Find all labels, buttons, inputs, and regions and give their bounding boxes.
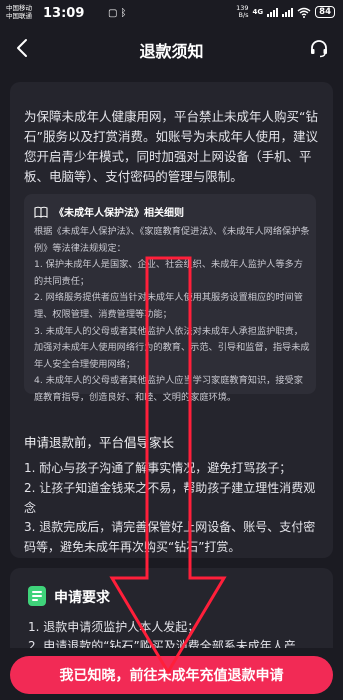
status-icons: ▢ᛒ xyxy=(108,8,129,19)
notice-card: 为保障未成年人健康用网，平台禁止未成年人购买“钻石”服务以及打赏消费。如账号为未… xyxy=(10,82,333,558)
status-time: 13:09 xyxy=(43,6,85,21)
notification-icon: ▢ xyxy=(108,8,121,19)
law-line: 3. 未成年人的父母或者其他监护人依法对未成年人承担监护职责，加强对未成年人使用… xyxy=(34,325,310,370)
carrier-info: 中国移动 中国联通 xyxy=(6,4,32,20)
status-right: 139 B/s 4G 84 xyxy=(236,5,335,19)
law-heading: 《未成年人保护法》相关细则 xyxy=(34,204,184,219)
headset-icon[interactable] xyxy=(309,38,329,58)
wifi-icon xyxy=(297,7,311,18)
book-icon xyxy=(34,206,48,218)
list-item: 2. 让孩子知道金钱来之不易，帮助孩子建立理性消费观念 xyxy=(24,480,316,515)
list-item: 1. 耐心与孩子沟通了解事实情况，避免打骂孩子； xyxy=(24,461,292,475)
carrier-1: 中国移动 xyxy=(6,4,32,12)
law-box: 《未成年人保护法》相关细则 根据《未成年人保护法》、《家庭教育促进法》、《未成年… xyxy=(24,194,316,403)
document-icon xyxy=(28,586,46,606)
page-title: 退款须知 xyxy=(139,42,204,61)
law-line: 4. 未成年人的父母或者其他监护人应当学习家庭教育知识，接受家庭教育指导，创造良… xyxy=(34,375,303,403)
list-item: 1. 退款申请须监护人本人发起； xyxy=(28,620,200,634)
net-speed: 139 B/s xyxy=(236,4,249,19)
law-body: 根据《未成年人保护法》、《家庭教育促进法》、《未成年人网络保护条例》等法律法规规… xyxy=(34,224,310,407)
list-item: 3. 退款完成后，请完善保管好上网设备、账号、支付密码等，避免未成年再次购买“钻… xyxy=(24,520,316,555)
battery-indicator: 84 xyxy=(315,6,335,18)
status-bar: 中国移动 中国联通 13:09 ▢ᛒ 139 B/s 4G 84 xyxy=(0,0,343,28)
law-line: 根据《未成年人保护法》、《家庭教育促进法》、《未成年人网络保护条例》等法律法规规… xyxy=(34,226,310,254)
law-line: 1. 保护未成年人是国家、企业、社会组织、未成年人监护人等多方的共同责任； xyxy=(34,259,303,287)
parent-advice-list: 1. 耐心与孩子沟通了解事实情况，避免打骂孩子； 2. 让孩子知道金钱来之不易，… xyxy=(24,459,322,558)
law-line: 2. 网络服务提供者应当针对未成年人使用其服务设置相应的时间管理、权限管理、消费… xyxy=(34,292,303,320)
signal-bars-icon xyxy=(267,7,279,17)
nav-header: 退款须知 xyxy=(0,28,343,68)
parent-advice-title: 申请退款前，平台倡导家长 xyxy=(24,435,175,450)
bluetooth-icon: ᛒ xyxy=(120,8,130,19)
notice-paragraph: 为保障未成年人健康用网，平台禁止未成年人购买“钻石”服务以及打赏消费。如账号为未… xyxy=(24,109,318,184)
requirements-title: 申请要求 xyxy=(54,590,110,606)
refund-apply-button[interactable]: 我已知晓，前往未成年充值退款申请 xyxy=(10,656,333,694)
carrier-2: 中国联通 xyxy=(6,12,32,20)
signal-bars-2-icon xyxy=(282,7,294,17)
signal-label: 4G xyxy=(252,8,264,16)
